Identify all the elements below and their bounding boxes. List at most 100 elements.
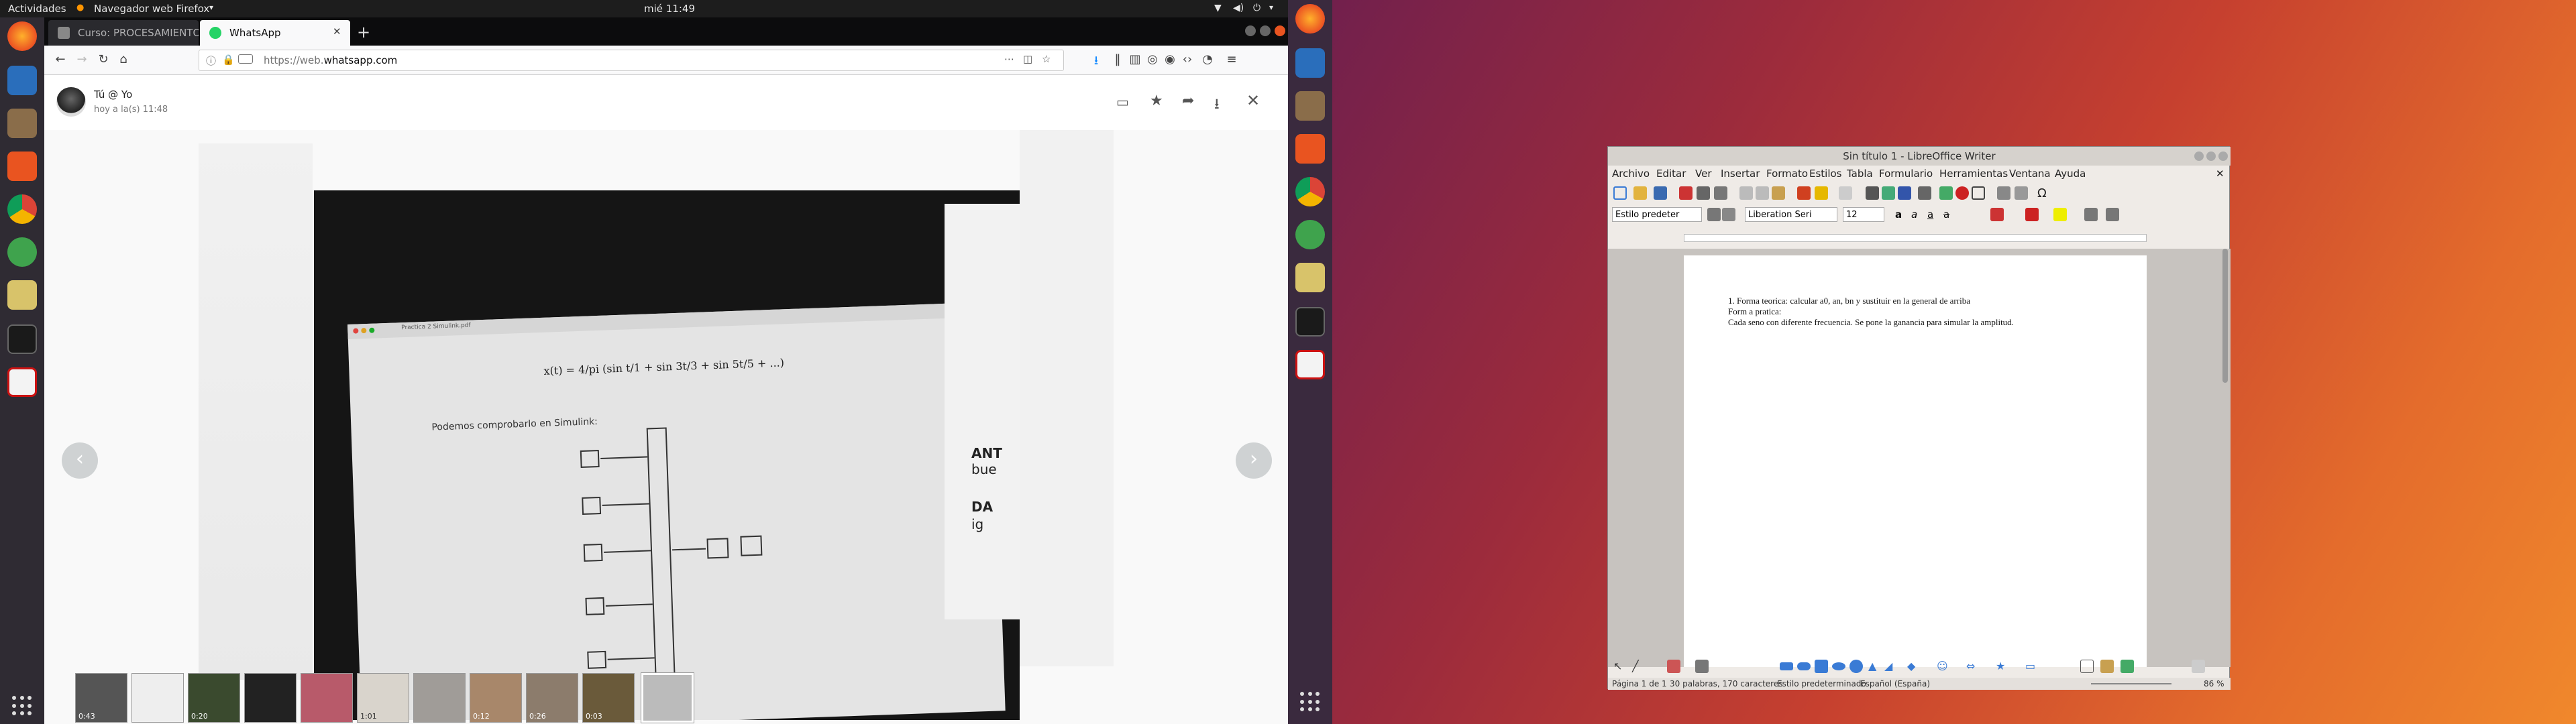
photo[interactable]: Practica 2 Simulink.pdf x(t) = 4/pi (sin… (314, 190, 1020, 720)
sidebar-icon[interactable]: ▥ (1127, 52, 1143, 66)
insert-field-icon[interactable] (2015, 186, 2028, 200)
insert-chart-icon[interactable] (1955, 186, 1969, 200)
menu-ayuda[interactable]: Ayuda (2055, 168, 2086, 180)
screenshot-tool-icon[interactable] (1295, 350, 1325, 379)
formatting-marks-icon[interactable] (1898, 186, 1911, 200)
menu-estilos[interactable]: Estilos (1809, 168, 1842, 180)
forward-icon[interactable]: → (74, 52, 90, 66)
bullets-icon[interactable] (2084, 208, 2098, 221)
menu-archivo[interactable]: Archivo (1612, 168, 1650, 180)
media-thumbnail[interactable]: 0:03 (582, 673, 635, 723)
media-thumbnail[interactable]: 0:20 (188, 673, 240, 723)
hamburger-menu-icon[interactable]: ≡ (1224, 52, 1240, 66)
activities-button[interactable]: Actividades (8, 3, 66, 15)
screenshot-tool-icon[interactable] (7, 367, 37, 397)
page-style[interactable]: Estilo predeterminado (1777, 679, 1866, 688)
downloads-icon[interactable]: ⭳ (1088, 52, 1104, 72)
block-arrows-icon[interactable]: ⇔ (1966, 660, 1980, 673)
menu-formato[interactable]: Formato (1766, 168, 1808, 180)
url-bar[interactable]: ⓘ 🔒 https://web.whatsapp.com ⋯ ◫ ☆ (199, 50, 1064, 71)
close-window-icon[interactable] (2218, 152, 2228, 161)
font-name-box[interactable]: Liberation Seri (1745, 207, 1837, 222)
network-tool-icon[interactable] (1295, 220, 1325, 249)
software-center-icon[interactable] (1295, 134, 1325, 164)
close-document-icon[interactable]: ✕ (2216, 168, 2224, 180)
menu-insertar[interactable]: Insertar (1721, 168, 1760, 180)
save-icon[interactable] (1654, 186, 1667, 200)
word-count[interactable]: 30 palabras, 170 caracteres (1670, 679, 1782, 688)
print-icon[interactable] (1697, 186, 1710, 200)
writer-icon[interactable] (7, 66, 37, 95)
tab-whatsapp[interactable]: WhatsApp ✕ (200, 20, 350, 46)
permissions-icon[interactable] (238, 54, 253, 64)
media-thumbnail[interactable] (244, 673, 297, 723)
terminal-icon[interactable] (7, 324, 37, 354)
extension-4-icon[interactable]: ◔ (1199, 52, 1216, 66)
show-applications-icon[interactable] (1300, 692, 1320, 712)
clear-formatting-icon[interactable] (1990, 208, 2004, 221)
page-count[interactable]: Página 1 de 1 (1612, 679, 1667, 688)
firefox-icon[interactable] (7, 21, 37, 51)
ruler[interactable] (1684, 234, 2147, 242)
insert-table-icon[interactable] (1918, 186, 1931, 200)
rounded-rectangle-icon[interactable] (1797, 662, 1811, 670)
new-document-icon[interactable] (1613, 186, 1627, 200)
star-message-icon[interactable]: ★ (1150, 93, 1163, 109)
chrome-icon[interactable] (1295, 177, 1325, 206)
close-viewer-icon[interactable]: ✕ (1246, 91, 1260, 110)
callouts-icon[interactable]: ▭ (2025, 660, 2039, 673)
ellipse-icon[interactable] (1832, 662, 1845, 670)
go-to-message-icon[interactable]: ▭ (1116, 94, 1129, 110)
insert-text-box-icon[interactable] (1972, 186, 1985, 200)
extrusion-icon[interactable] (2192, 660, 2205, 673)
media-thumbnail[interactable]: 0:43 (75, 673, 127, 723)
minimize-window-icon[interactable] (1245, 25, 1256, 36)
font-color-icon[interactable] (2025, 208, 2039, 221)
close-tab-icon[interactable]: ✕ (333, 25, 341, 38)
notes-icon[interactable] (1295, 263, 1325, 292)
bookmark-star-icon[interactable]: ☆ (1042, 53, 1051, 65)
zoom-level[interactable]: 86 % (2204, 679, 2224, 688)
polygon-icon[interactable] (1695, 660, 1709, 673)
open-icon[interactable] (1633, 186, 1647, 200)
spelling-icon[interactable] (1882, 186, 1895, 200)
image-icon[interactable] (2121, 660, 2134, 673)
zoom-slider[interactable] (2091, 683, 2171, 684)
clone-formatting-icon[interactable] (1797, 186, 1811, 200)
media-thumbnail[interactable] (301, 673, 353, 723)
media-thumbnail[interactable]: 0:12 (470, 673, 522, 723)
window-title[interactable]: Sin título 1 - LibreOffice Writer (1608, 147, 2231, 166)
symbol-shapes-icon[interactable]: ☺ (1937, 660, 1950, 673)
home-icon[interactable]: ⌂ (115, 52, 131, 66)
underline-icon[interactable]: a (1927, 208, 1933, 221)
new-style-icon[interactable] (1722, 208, 1735, 221)
insert-image-icon[interactable] (1939, 186, 1953, 200)
app-menu[interactable]: Navegador web Firefox (94, 3, 209, 15)
document-page[interactable]: 1. Forma teorica: calcular a0, an, bn y … (1684, 255, 2147, 667)
insert-page-break-icon[interactable] (1997, 186, 2010, 200)
system-menu-arrow-icon[interactable]: ▾ (1269, 3, 1273, 12)
find-replace-icon[interactable] (1866, 186, 1879, 200)
terminal-icon[interactable] (1295, 307, 1325, 337)
strikethrough-icon[interactable]: a (1943, 208, 1949, 221)
undo-icon[interactable] (1815, 186, 1828, 200)
menu-herramientas[interactable]: Herramientas (1939, 168, 2008, 180)
rectangle-icon[interactable] (1780, 662, 1793, 670)
volume-icon[interactable]: ◀) (1233, 3, 1244, 13)
notes-icon[interactable] (7, 280, 37, 310)
media-thumbnail-selected[interactable] (641, 673, 694, 723)
special-character-icon[interactable]: Ω (2037, 186, 2051, 200)
menu-editar[interactable]: Editar (1656, 168, 1686, 180)
extension-icon[interactable]: ◎ (1144, 52, 1161, 66)
highlight-icon[interactable] (2053, 208, 2067, 221)
firefox-icon[interactable] (1295, 4, 1325, 34)
select-icon[interactable]: ↖ (1613, 660, 1627, 673)
extension-3-icon[interactable]: ‹› (1179, 52, 1195, 66)
media-thumbnail[interactable] (131, 673, 184, 723)
square-icon[interactable] (1815, 660, 1828, 673)
library-icon[interactable]: ‖ (1110, 52, 1126, 66)
download-icon[interactable]: ⭳ (1214, 93, 1220, 118)
info-icon[interactable]: ⓘ (206, 54, 216, 68)
line-icon[interactable]: ╱ (1632, 660, 1646, 673)
files-icon[interactable] (1295, 91, 1325, 121)
